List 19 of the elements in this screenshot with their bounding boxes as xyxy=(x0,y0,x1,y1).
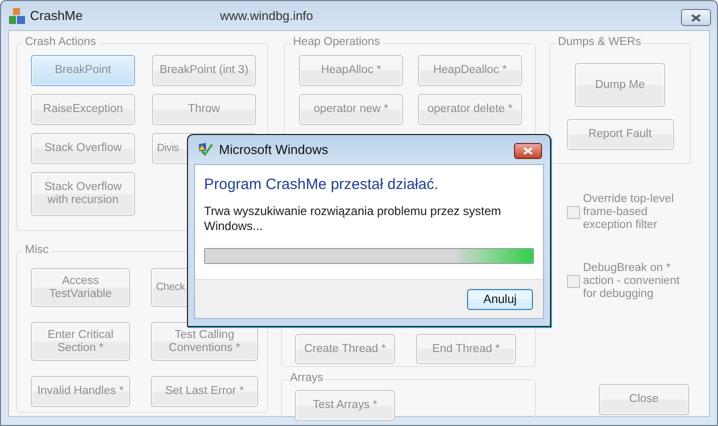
close-icon xyxy=(691,14,701,22)
checkbox-label: Override top-level frame-based exception filter xyxy=(583,193,675,232)
group-title: Heap Operations xyxy=(291,36,382,48)
close-button[interactable] xyxy=(681,9,711,26)
cancel-button[interactable]: Anuluj xyxy=(467,288,533,310)
group-title: Misc xyxy=(23,244,51,256)
dialog-title: Microsoft Windows xyxy=(219,142,330,157)
close-icon xyxy=(523,146,533,154)
group-title: Crash Actions xyxy=(23,36,98,48)
shield-check-icon xyxy=(198,142,214,158)
dialog-close-button[interactable] xyxy=(514,142,542,158)
group-title: Dumps & WERs xyxy=(556,36,644,48)
dialog-message: Trwa wyszukiwanie rozwiązania problemu przez system Windows... xyxy=(204,204,502,234)
window-title: CrashMe xyxy=(30,8,84,23)
blocks-icon xyxy=(9,8,25,24)
group-title: Arrays xyxy=(288,372,326,384)
website-label: www.windbg.info xyxy=(220,8,314,22)
checkbox-label: DebugBreak on * action - convenient for debugging xyxy=(583,262,681,301)
dialog-heading: Program CrashMe przestał działać. xyxy=(204,176,440,193)
